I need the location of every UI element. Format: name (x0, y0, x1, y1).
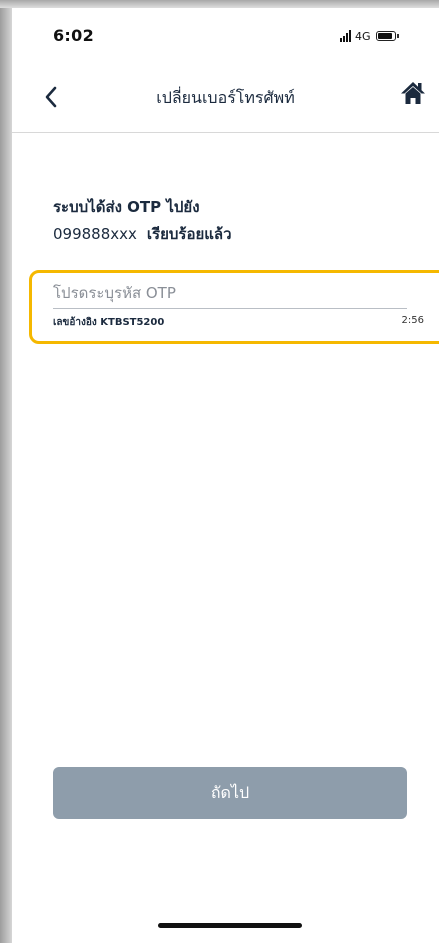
otp-input-underline (53, 308, 407, 309)
home-indicator[interactable] (158, 923, 302, 928)
device-frame-left (0, 0, 12, 943)
status-time: 6:02 (53, 26, 94, 45)
network-label: 4G (355, 29, 371, 43)
battery-icon (375, 31, 396, 41)
sent-status-text: เรียบร้อยแล้ว (146, 225, 232, 243)
otp-input[interactable] (53, 278, 407, 308)
phone-screen: 6:02 4G เปลี่ยนเบอร์โทรศัพท์ ระบบได้ส่ง … (12, 8, 439, 943)
battery-tip (396, 34, 399, 38)
page-title: เปลี่ยนเบอร์โทรศัพท์ (156, 88, 295, 107)
otp-reference-label: เลขอ้างอิง KTBST5200 (53, 317, 165, 328)
navigation-header: เปลี่ยนเบอร์โทรศัพท์ (12, 60, 439, 133)
otp-sent-message: ระบบได้ส่ง OTP ไปยัง (53, 198, 200, 216)
masked-phone-number: 099888xxx (53, 225, 137, 243)
home-icon (401, 82, 425, 104)
next-button[interactable]: ถัดไป (53, 767, 407, 819)
otp-countdown-timer: 2:56 (401, 315, 424, 326)
status-bar: 6:02 4G (12, 8, 439, 60)
status-indicators: 4G (340, 29, 399, 43)
otp-recipient-row: 099888xxx เรียบร้อยแล้ว (53, 222, 232, 246)
signal-icon (340, 30, 351, 42)
device-frame-top (0, 0, 439, 8)
home-button[interactable] (398, 78, 428, 108)
